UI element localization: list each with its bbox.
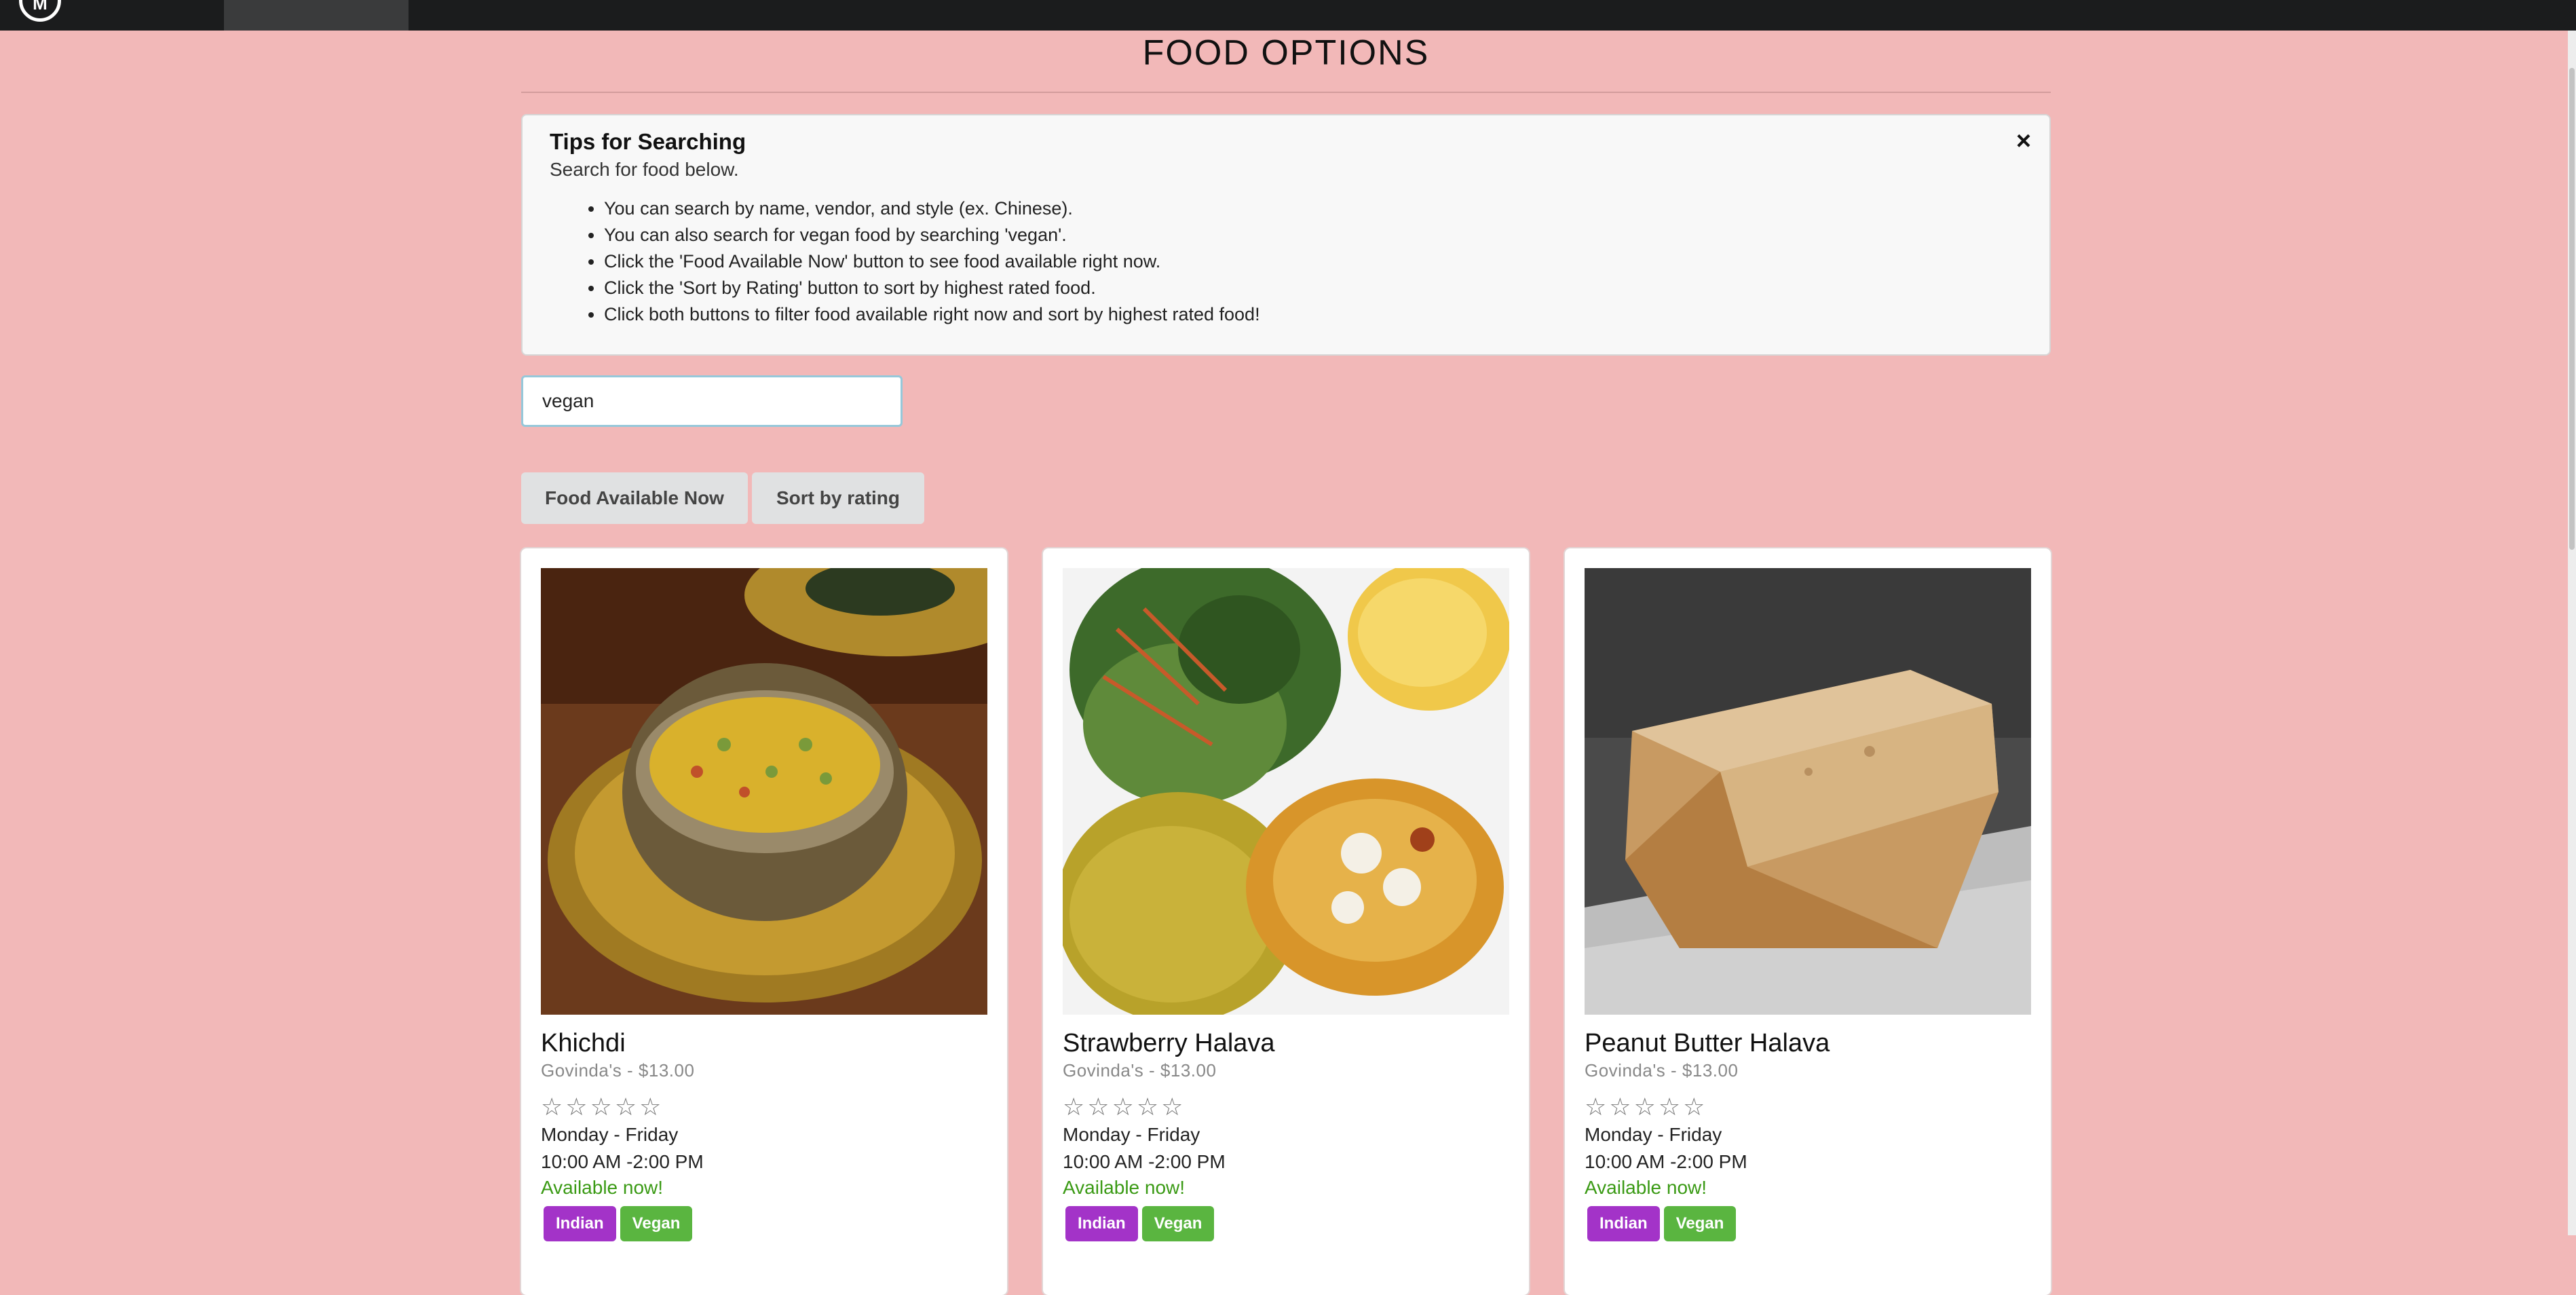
card-vendor-price: Govinda's - $13.00 (1585, 1060, 1739, 1081)
star-icon[interactable]: ☆ (590, 1093, 612, 1121)
tag-list: Indian Vegan (1063, 1206, 1515, 1241)
card-hours: 10:00 AM -2:00 PM (1585, 1151, 1747, 1172)
star-icon[interactable]: ☆ (1683, 1093, 1705, 1121)
card-body: Khichdi Govinda's - $13.00 ☆ ☆ ☆ ☆ ☆ Monday … (541, 1028, 993, 1241)
nav-item-active[interactable] (224, 0, 409, 31)
card-title[interactable]: Strawberry Halava (1063, 1028, 1515, 1059)
tips-subheader: Search for food below. (550, 159, 739, 180)
tips-list-item: Click both buttons to filter food availa… (604, 301, 2022, 328)
card-hours: 10:00 AM -2:00 PM (1063, 1151, 1226, 1172)
tips-panel: Tips for Searching Search for food below… (521, 114, 2051, 356)
card-body: Peanut Butter Halava Govinda's - $13.00 … (1585, 1028, 2037, 1241)
food-card-strawberry-halava[interactable]: Strawberry Halava Govinda's - $13.00 ☆ ☆ ☆… (1043, 548, 1529, 1295)
card-days: Monday - Friday (1063, 1124, 1200, 1145)
food-image-khichdi (541, 568, 987, 1015)
search-input[interactable] (521, 375, 903, 427)
tips-list-item: Click the 'Food Available Now' button to… (604, 248, 2022, 275)
star-icon[interactable]: ☆ (565, 1093, 587, 1121)
star-icon[interactable]: ☆ (1659, 1093, 1680, 1121)
availability-status: Available now! (1585, 1177, 1707, 1198)
tips-list-item: You can also search for vegan food by se… (604, 222, 2022, 248)
tips-header: Tips for Searching (550, 129, 746, 154)
card-vendor-price: Govinda's - $13.00 (1063, 1060, 1217, 1081)
food-card-peanut-butter-halava[interactable]: Peanut Butter Halava Govinda's - $13.00 … (1565, 548, 2051, 1295)
star-icon[interactable]: ☆ (1087, 1093, 1109, 1121)
star-icon[interactable]: ☆ (1112, 1093, 1134, 1121)
card-title[interactable]: Khichdi (541, 1028, 993, 1059)
star-rating[interactable]: ☆ ☆ ☆ ☆ ☆ (1585, 1093, 2037, 1121)
star-icon[interactable]: ☆ (1609, 1093, 1631, 1121)
food-available-now-button[interactable]: Food Available Now (521, 472, 748, 524)
food-card-khichdi[interactable]: Khichdi Govinda's - $13.00 ☆ ☆ ☆ ☆ ☆ Monday … (521, 548, 1007, 1295)
logo-icon[interactable]: M (19, 0, 61, 22)
main-container: FOOD OPTIONS Tips for Searching Search f… (521, 31, 2051, 1295)
star-rating[interactable]: ☆ ☆ ☆ ☆ ☆ (541, 1093, 993, 1121)
availability-status: Available now! (541, 1177, 664, 1198)
sort-by-rating-button[interactable]: Sort by rating (752, 472, 924, 524)
star-icon[interactable]: ☆ (639, 1093, 661, 1121)
tag-indian: Indian (1065, 1206, 1138, 1241)
tag-vegan: Vegan (620, 1206, 693, 1241)
tips-list-item: You can search by name, vendor, and styl… (604, 195, 2022, 222)
star-icon[interactable]: ☆ (541, 1093, 563, 1121)
card-days: Monday - Friday (1585, 1124, 1722, 1145)
availability-status: Available now! (1063, 1177, 1186, 1198)
tag-indian: Indian (1587, 1206, 1660, 1241)
tag-indian: Indian (544, 1206, 616, 1241)
page-title: FOOD OPTIONS (521, 31, 2051, 93)
scrollbar-thumb[interactable] (2569, 68, 2575, 550)
top-navbar: M (0, 0, 2576, 31)
card-vendor-price: Govinda's - $13.00 (541, 1060, 695, 1081)
scrollbar[interactable] (2568, 31, 2576, 1235)
card-hours: 10:00 AM -2:00 PM (541, 1151, 704, 1172)
tips-list: You can search by name, vendor, and styl… (550, 195, 2022, 328)
tag-list: Indian Vegan (1585, 1206, 2037, 1241)
tips-list-item: Click the 'Sort by Rating' button to sor… (604, 275, 2022, 301)
star-rating[interactable]: ☆ ☆ ☆ ☆ ☆ (1063, 1093, 1515, 1121)
food-image-strawberry-halava (1063, 568, 1509, 1015)
star-icon[interactable]: ☆ (1634, 1093, 1656, 1121)
tag-list: Indian Vegan (541, 1206, 993, 1241)
card-title[interactable]: Peanut Butter Halava (1585, 1028, 2037, 1059)
star-icon[interactable]: ☆ (1161, 1093, 1183, 1121)
food-image-peanut-butter-halava (1585, 568, 2031, 1015)
star-icon[interactable]: ☆ (615, 1093, 637, 1121)
card-days: Monday - Friday (541, 1124, 679, 1145)
star-icon[interactable]: ☆ (1063, 1093, 1084, 1121)
tag-vegan: Vegan (1141, 1206, 1215, 1241)
close-icon[interactable]: × (2010, 128, 2037, 155)
star-icon[interactable]: ☆ (1137, 1093, 1158, 1121)
tag-vegan: Vegan (1663, 1206, 1737, 1241)
star-icon[interactable]: ☆ (1585, 1093, 1606, 1121)
card-body: Strawberry Halava Govinda's - $13.00 ☆ ☆ ☆… (1063, 1028, 1515, 1241)
